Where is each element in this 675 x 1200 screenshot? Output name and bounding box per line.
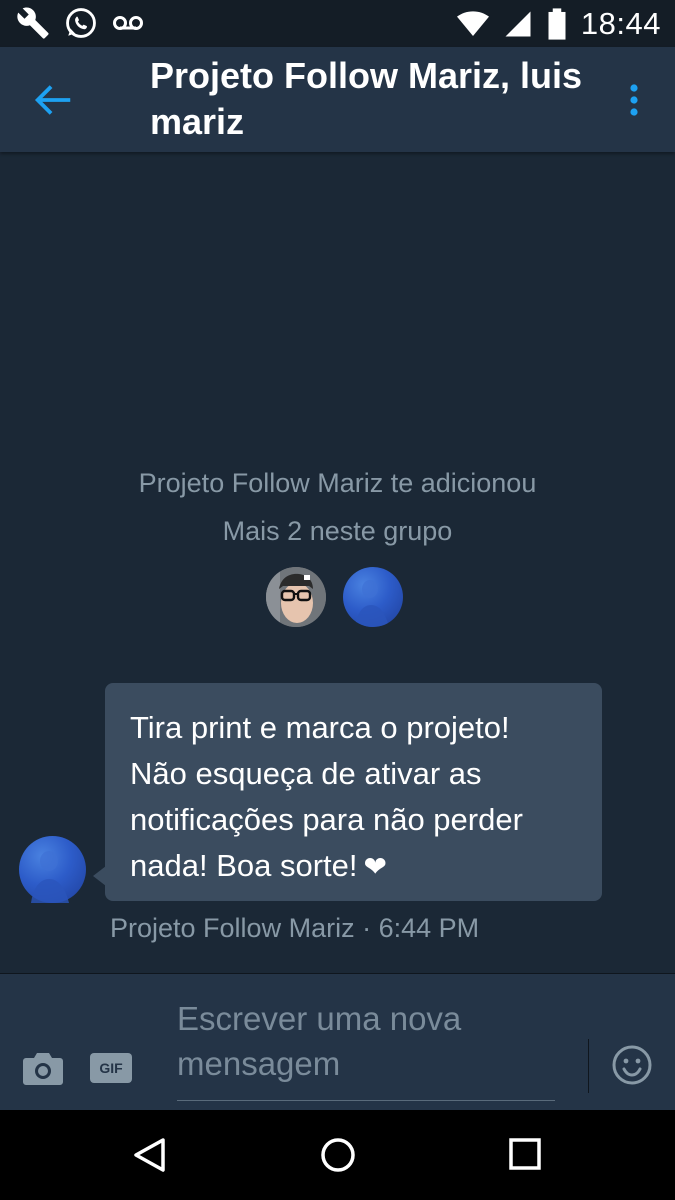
avatar-photo <box>355 580 389 627</box>
whatsapp-icon <box>64 6 98 40</box>
system-navigation-bar <box>0 1110 675 1200</box>
back-nav-button[interactable] <box>130 1135 170 1175</box>
emoji-button[interactable] <box>611 1044 653 1086</box>
smiley-icon <box>612 1045 652 1085</box>
message-line: Tira print e marca o projeto! <box>130 710 510 745</box>
recents-nav-button[interactable] <box>506 1135 546 1175</box>
triangle-back-icon <box>134 1138 165 1172</box>
message-bubble[interactable]: Tira print e marca o projeto! Não esqueç… <box>105 683 602 901</box>
message-meta: Projeto Follow Mariz · 6:44 PM <box>110 913 480 943</box>
clock: 18:44 <box>580 6 661 41</box>
message-line: notificações para não perder <box>130 802 523 837</box>
member-avatar[interactable] <box>343 567 403 627</box>
battery-icon <box>547 7 567 41</box>
notification-icons <box>16 6 144 40</box>
message-composer: GIF Escrever uma nova mensagem <box>0 973 675 1111</box>
avatar-photo <box>266 567 326 627</box>
camera-icon <box>23 1053 63 1085</box>
home-nav-button[interactable] <box>318 1135 358 1175</box>
square-recents-icon <box>509 1138 541 1170</box>
voicemail-icon <box>112 6 144 40</box>
heart-emoji: ❤ <box>363 851 387 882</box>
wrench-icon <box>16 6 50 40</box>
sender-avatar[interactable] <box>19 836 86 903</box>
gif-button[interactable]: GIF <box>90 1053 132 1083</box>
message-line: Não esqueça de ativar as <box>130 756 482 791</box>
composer-divider <box>588 1039 589 1093</box>
camera-button[interactable] <box>22 1051 64 1087</box>
status-bar: 18:44 <box>0 0 675 47</box>
signal-icon <box>503 7 533 41</box>
message-line: nada! Boa sorte! ❤ <box>130 843 578 890</box>
group-members-notice: Mais 2 neste grupo <box>222 516 453 546</box>
member-avatar[interactable] <box>266 567 326 627</box>
overflow-menu-button[interactable] <box>620 75 648 125</box>
added-notice: Projeto Follow Mariz te adicionou <box>138 468 537 498</box>
back-arrow-icon <box>34 85 71 115</box>
conversation-header: Projeto Follow Mariz, luis mariz <box>0 47 675 152</box>
circle-home-icon <box>321 1138 355 1172</box>
more-vertical-icon <box>630 84 638 116</box>
conversation-title: Projeto Follow Mariz, luis mariz <box>150 55 583 142</box>
message-line-text: nada! Boa sorte! <box>130 848 358 883</box>
back-button[interactable] <box>30 77 76 123</box>
system-status: 18:44 <box>456 6 661 42</box>
wifi-icon <box>456 7 489 41</box>
message-input[interactable]: Escrever uma nova mensagem <box>177 996 555 1101</box>
avatar-photo <box>31 851 69 903</box>
